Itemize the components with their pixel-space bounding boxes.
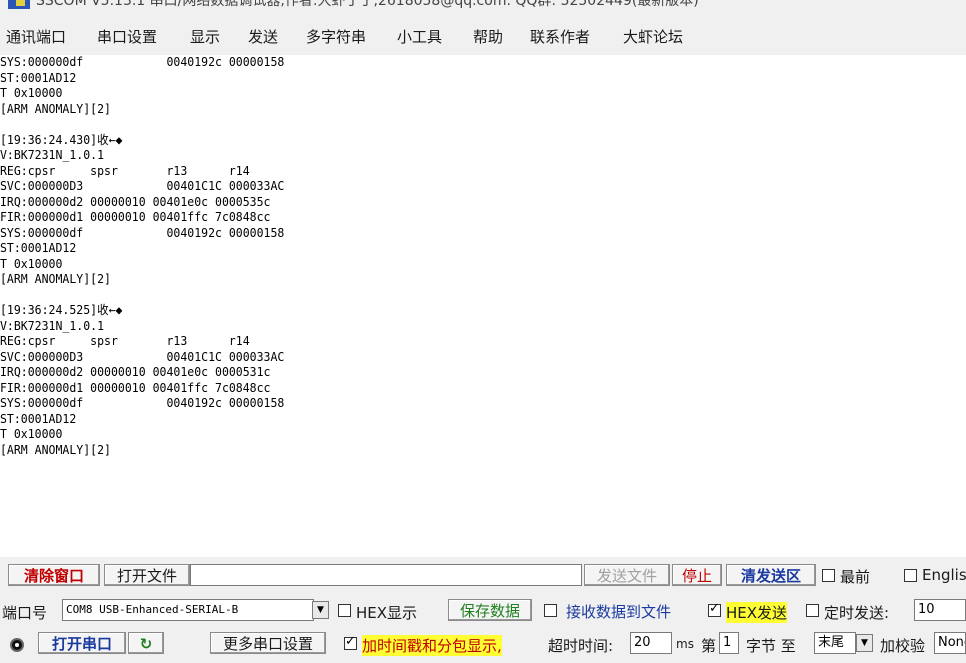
timed-send-label: 定时发送: bbox=[824, 604, 890, 622]
save-data-button[interactable]: 保存数据 bbox=[448, 599, 532, 621]
menu-bar: 通讯端口 串口设置 显示 发送 多字符串 小工具 帮助 联系作者 大虾论坛 bbox=[0, 20, 966, 54]
english-label: English bbox=[922, 566, 966, 584]
receive-area[interactable]: SYS:000000df 0040192c 00000158 ST:0001AD… bbox=[0, 55, 966, 557]
menu-send[interactable]: 发送 bbox=[248, 26, 278, 47]
menu-serial-settings[interactable]: 串口设置 bbox=[97, 26, 157, 47]
timeout-label: 超时时间: bbox=[548, 637, 614, 655]
byte-start-input[interactable]: 1 bbox=[719, 632, 739, 654]
port-dropdown-arrow[interactable]: ▼ bbox=[312, 601, 329, 619]
timestamp-checkbox[interactable] bbox=[344, 634, 357, 650]
port-status-indicator-icon bbox=[10, 638, 24, 652]
menu-help[interactable]: 帮助 bbox=[473, 26, 503, 47]
clear-send-button[interactable]: 清发送区 bbox=[726, 564, 816, 586]
timeout-input[interactable]: 20 bbox=[630, 632, 672, 654]
toolbar-row-2: 端口号 COM8 USB-Enhanced-SERIAL-B ▼ HEX显示 保… bbox=[0, 599, 966, 627]
hex-send-checkbox[interactable] bbox=[708, 601, 721, 617]
timestamp-label: 加时间戳和分包显示, bbox=[362, 635, 502, 656]
menu-display[interactable]: 显示 bbox=[190, 26, 220, 47]
byte-to-label: 字节 至 bbox=[746, 637, 796, 655]
nth-label: 第 bbox=[701, 637, 717, 655]
timed-send-interval-input[interactable]: 10 bbox=[914, 599, 966, 621]
open-file-button[interactable]: 打开文件 bbox=[104, 564, 190, 586]
ms-label: ms bbox=[676, 637, 694, 651]
menu-forum[interactable]: 大虾论坛 bbox=[623, 26, 683, 47]
toolbar-row-1: 清除窗口 打开文件 发送文件 停止 清发送区 最前 English bbox=[0, 564, 966, 592]
file-path-field[interactable] bbox=[190, 564, 582, 586]
recv-to-file-checkbox[interactable] bbox=[544, 604, 557, 617]
english-checkbox[interactable] bbox=[904, 569, 917, 582]
hex-display-checkbox[interactable] bbox=[338, 604, 351, 617]
topmost-label: 最前 bbox=[840, 568, 871, 586]
topmost-checkbox[interactable] bbox=[822, 569, 835, 582]
menu-contact-author[interactable]: 联系作者 bbox=[530, 26, 590, 47]
menu-tools[interactable]: 小工具 bbox=[397, 26, 442, 47]
clear-window-button[interactable]: 清除窗口 bbox=[8, 564, 100, 586]
timed-send-checkbox[interactable] bbox=[806, 604, 819, 617]
recv-to-file-label: 接收数据到文件 bbox=[566, 603, 672, 621]
open-port-button[interactable]: 打开串口 bbox=[38, 632, 126, 654]
receive-log: SYS:000000df 0040192c 00000158 ST:0001AD… bbox=[0, 55, 285, 457]
menu-comm-port[interactable]: 通讯端口 bbox=[6, 26, 66, 47]
hex-display-label: HEX显示 bbox=[356, 604, 418, 622]
app-icon bbox=[8, 0, 30, 9]
end-select[interactable]: 末尾 bbox=[814, 632, 856, 654]
send-file-button[interactable]: 发送文件 bbox=[584, 564, 670, 586]
hex-send-label: HEX发送 bbox=[726, 602, 788, 623]
end-dropdown-arrow[interactable]: ▼ bbox=[856, 634, 873, 652]
checksum-label: 加校验 bbox=[880, 637, 926, 655]
more-serial-settings-button[interactable]: 更多串口设置 bbox=[210, 632, 326, 654]
toolbar-row-3: 打开串口 ↻ 更多串口设置 加时间戳和分包显示, 超时时间: 20 ms 第 1… bbox=[0, 632, 966, 660]
port-select[interactable]: COM8 USB-Enhanced-SERIAL-B bbox=[62, 599, 314, 621]
window-title: SSCOM V5.13.1 串口/网络数据调试器,作者:大虾丁丁,2618058… bbox=[36, 0, 699, 9]
title-bar: SSCOM V5.13.1 串口/网络数据调试器,作者:大虾丁丁,2618058… bbox=[0, 0, 966, 10]
divider bbox=[0, 557, 966, 563]
checksum-select[interactable]: None bbox=[934, 632, 966, 654]
refresh-icon[interactable]: ↻ bbox=[128, 632, 164, 654]
menu-multi-string[interactable]: 多字符串 bbox=[306, 26, 366, 47]
port-label: 端口号 bbox=[2, 604, 48, 622]
stop-button[interactable]: 停止 bbox=[672, 564, 722, 586]
